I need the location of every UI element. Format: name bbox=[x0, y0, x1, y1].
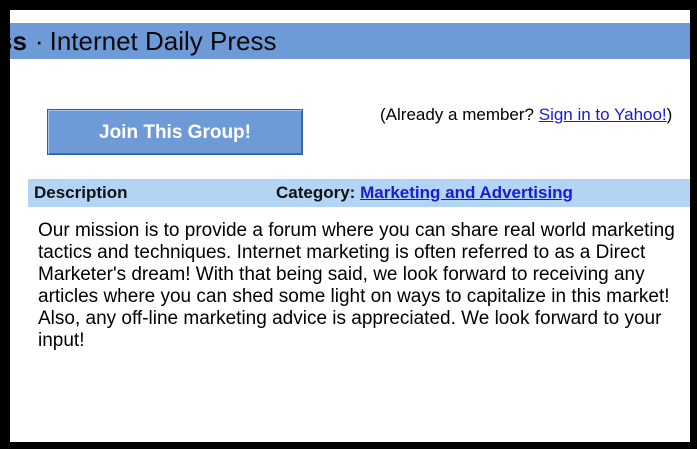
member-prompt: (Already a member? Sign in to Yahoo!) bbox=[380, 104, 680, 126]
category-label: Category: bbox=[276, 183, 356, 202]
title-separator: · bbox=[34, 26, 44, 56]
category: Category: Marketing and Advertising bbox=[276, 179, 573, 207]
group-description-text: Our mission is to provide a forum where … bbox=[38, 220, 675, 351]
member-prompt-prefix: (Already a member? bbox=[380, 105, 539, 124]
title-fragment: ss bbox=[10, 26, 27, 56]
group-name: Internet Daily Press bbox=[49, 26, 277, 56]
join-group-button[interactable]: Join This Group! bbox=[47, 109, 303, 155]
group-title-bar: ss·Internet Daily Press bbox=[10, 23, 690, 59]
sign-in-link[interactable]: Sign in to Yahoo! bbox=[539, 105, 667, 124]
member-prompt-suffix: ) bbox=[666, 105, 673, 124]
description-label: Description bbox=[34, 183, 128, 202]
category-link[interactable]: Marketing and Advertising bbox=[360, 183, 573, 202]
description-header-bar: Description Category: Marketing and Adve… bbox=[28, 179, 690, 207]
group-page-frame: ss·Internet Daily Press Join This Group!… bbox=[10, 10, 690, 442]
